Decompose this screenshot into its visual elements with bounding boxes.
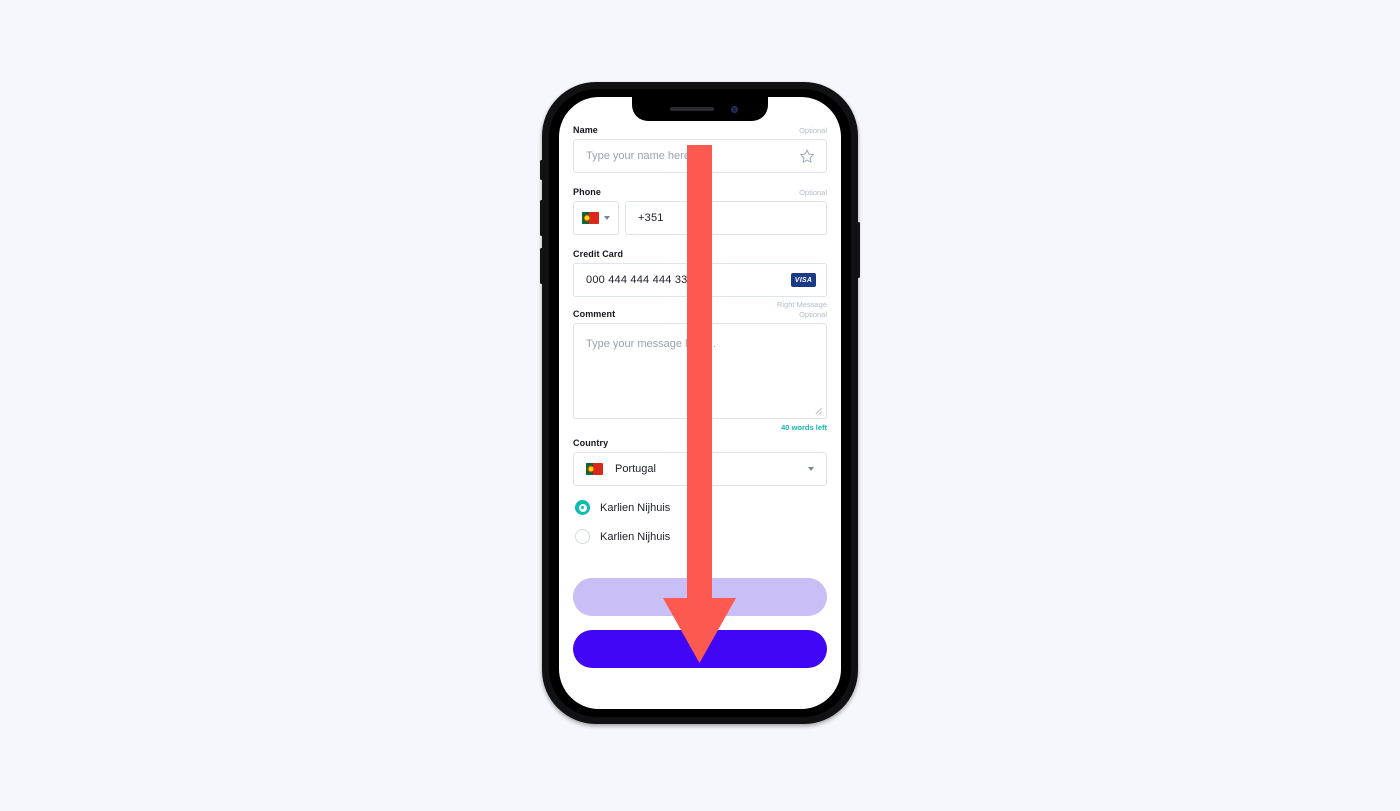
name-input[interactable]: Type your name here [573,139,827,173]
star-icon[interactable] [799,148,815,164]
name-label-row: Name Optional [573,125,827,135]
credit-card-helper-text: Right Message [776,300,827,309]
mute-switch-button[interactable] [540,160,543,180]
country-select[interactable]: Portugal [573,452,827,486]
secondary-button[interactable] [573,578,827,616]
radio-option-2[interactable]: Karlien Nijhuis [573,529,827,544]
phone-number-input[interactable]: +351 [625,201,827,235]
phone-notch [632,97,768,121]
comment-label-row: Comment Optional [573,309,827,319]
primary-button[interactable] [573,630,827,668]
country-label-row: Country [573,438,827,448]
comment-label: Comment [573,309,616,319]
portugal-flag-icon [582,212,599,224]
phone-frame: Name Optional Type your name here Phone … [540,82,860,724]
screenshot-stage: Name Optional Type your name here Phone … [0,0,1400,811]
radio-selected-icon[interactable] [575,500,590,515]
chevron-down-icon [808,467,814,471]
credit-card-value: 000 444 444 444 333 [586,274,694,286]
country-label: Country [573,438,609,448]
credit-card-input[interactable]: 000 444 444 444 333 VISA [573,263,827,297]
visa-card-icon: VISA [791,273,816,287]
contact-form: Name Optional Type your name here Phone … [559,97,841,709]
country-selected-value: Portugal [615,463,656,475]
resize-handle-icon[interactable] [814,406,823,415]
power-button[interactable] [857,222,860,278]
phone-screen: Name Optional Type your name here Phone … [559,97,841,709]
country-code-select[interactable] [573,201,619,235]
chevron-down-icon [604,216,610,220]
comment-placeholder: Type your message here... [586,338,717,350]
radio-label-2: Karlien Nijhuis [600,530,671,543]
name-optional-tag: Optional [799,126,827,135]
name-label: Name [573,125,598,135]
credit-card-label-row: Credit Card [573,249,827,259]
radio-label-1: Karlien Nijhuis [600,501,671,514]
speaker-icon [670,107,714,111]
volume-up-button[interactable] [540,200,543,236]
volume-down-button[interactable] [540,248,543,284]
radio-unselected-icon[interactable] [575,529,590,544]
comment-textarea[interactable]: Type your message here... [573,323,827,419]
phone-optional-tag: Optional [799,188,827,197]
phone-label: Phone [573,187,602,197]
radio-option-1[interactable]: Karlien Nijhuis [573,500,827,515]
portugal-flag-icon [586,463,603,475]
name-input-placeholder: Type your name here [586,150,690,162]
credit-card-label: Credit Card [573,249,624,259]
comment-word-counter: 40 words left [781,423,827,432]
phone-label-row: Phone Optional [573,187,827,197]
phone-dial-code: +351 [638,212,664,224]
front-camera-icon [731,106,738,113]
comment-optional-tag: Optional [799,310,827,319]
phone-input-group: +351 [573,201,827,235]
